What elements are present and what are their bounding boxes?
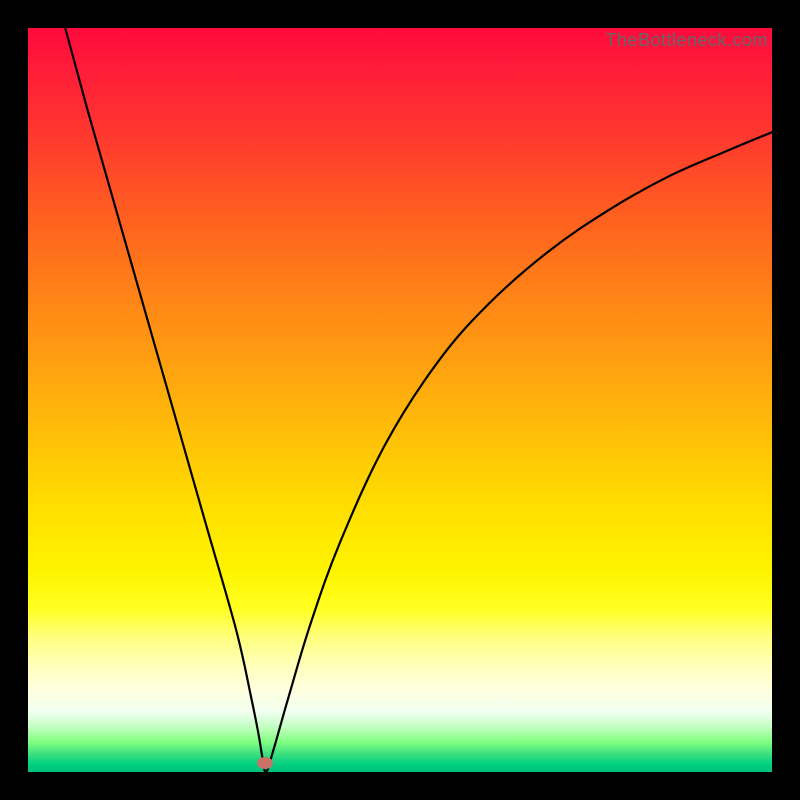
chart-container: TheBottleneck.com bbox=[0, 0, 800, 800]
optimal-point-marker bbox=[257, 757, 273, 769]
plot-area bbox=[28, 28, 772, 772]
bottleneck-curve bbox=[28, 28, 772, 772]
watermark-text: TheBottleneck.com bbox=[605, 30, 768, 51]
